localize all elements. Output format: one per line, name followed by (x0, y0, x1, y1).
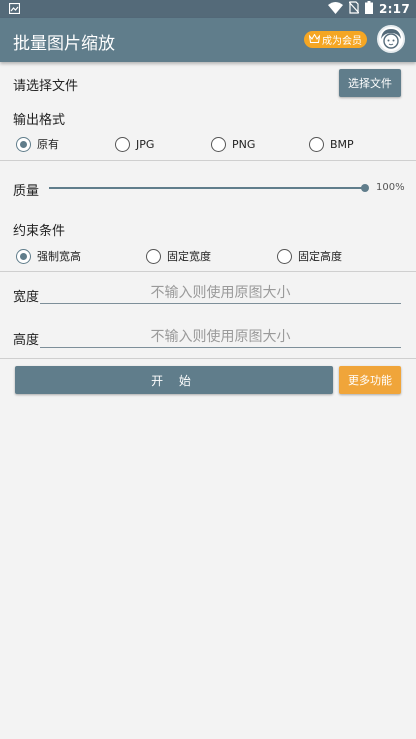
format-radio-png[interactable]: PNG (211, 134, 255, 154)
vip-badge-label: 成为会员 (322, 36, 362, 47)
constraint-radio-label: 固定宽度 (167, 250, 211, 263)
crown-icon (308, 32, 321, 46)
format-radio-label: JPG (136, 137, 155, 151)
vip-badge-button[interactable]: 成为会员 (304, 31, 367, 48)
radio-unchecked-icon (211, 136, 226, 152)
width-input[interactable] (40, 282, 401, 304)
format-radio-original[interactable]: 原有 (16, 134, 59, 154)
constraint-radio-fixed-height[interactable]: 固定高度 (277, 246, 342, 266)
constraint-label: 约束条件 (13, 224, 66, 239)
no-sim-icon (348, 1, 360, 17)
width-label: 宽度 (13, 290, 40, 305)
quality-label: 质量 (13, 184, 40, 199)
format-radio-jpg[interactable]: JPG (115, 134, 154, 154)
quality-slider-track[interactable] (49, 187, 365, 189)
file-label: 请选择文件 (13, 79, 79, 94)
main-content: 请选择文件 选择文件 输出格式 原有 JPG PNG BMP 质量 100% 约… (0, 62, 416, 739)
constraint-radio-group: 强制宽高 固定宽度 固定高度 (0, 246, 416, 266)
battery-icon (364, 1, 373, 17)
app-bar: 批量图片缩放 成为会员 (0, 18, 416, 62)
radio-unchecked-icon (309, 136, 324, 152)
status-time: 2:17 (378, 2, 410, 16)
avatar[interactable] (377, 25, 405, 53)
divider (0, 160, 416, 161)
radio-unchecked-icon (146, 248, 161, 264)
constraint-radio-label: 固定高度 (298, 250, 342, 263)
constraint-radio-force[interactable]: 强制宽高 (16, 246, 81, 266)
format-label: 输出格式 (13, 113, 66, 128)
format-radio-label: 原有 (37, 138, 59, 151)
format-radio-label: BMP (330, 137, 354, 151)
format-radio-group: 原有 JPG PNG BMP (0, 134, 416, 154)
choose-file-button[interactable]: 选择文件 (339, 69, 401, 97)
radio-checked-icon (16, 248, 31, 264)
wifi-icon (327, 1, 343, 17)
quality-value: 100% (376, 182, 405, 193)
more-features-button[interactable]: 更多功能 (339, 366, 401, 394)
status-bar: 2:17 (0, 0, 416, 18)
format-radio-bmp[interactable]: BMP (309, 134, 354, 154)
constraint-radio-fixed-width[interactable]: 固定宽度 (146, 246, 211, 266)
height-label: 高度 (13, 333, 40, 348)
radio-unchecked-icon (115, 136, 130, 152)
radio-checked-icon (16, 136, 31, 152)
start-button[interactable]: 开 始 (15, 366, 333, 394)
divider (0, 271, 416, 272)
app-title: 批量图片缩放 (13, 34, 115, 54)
height-input[interactable] (40, 326, 401, 348)
radio-unchecked-icon (277, 248, 292, 264)
constraint-radio-label: 强制宽高 (37, 250, 81, 263)
divider (0, 358, 416, 359)
format-radio-label: PNG (232, 137, 256, 151)
notification-icon (8, 2, 21, 15)
quality-slider-thumb[interactable] (361, 184, 369, 192)
